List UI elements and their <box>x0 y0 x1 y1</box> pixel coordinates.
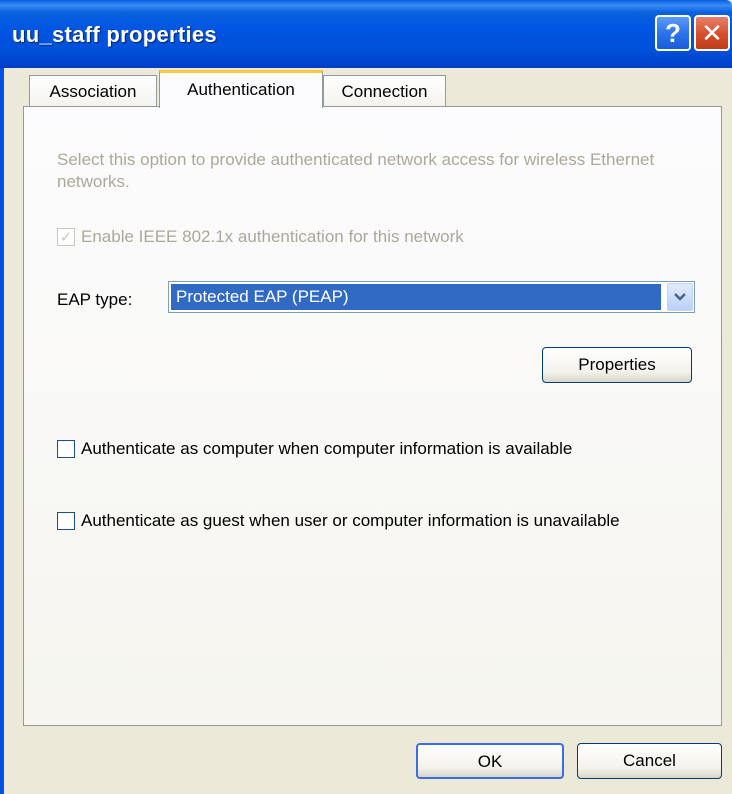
auth-guest-checkbox[interactable] <box>57 512 75 530</box>
window-border <box>0 68 4 794</box>
auth-computer-checkbox[interactable] <box>57 440 75 458</box>
tab-association[interactable]: Association <box>29 75 157 107</box>
properties-dialog: uu_staff properties ? ✕ Association Auth… <box>0 0 732 794</box>
help-button[interactable]: ? <box>655 15 691 51</box>
cancel-button[interactable]: Cancel <box>577 743 722 779</box>
window-title: uu_staff properties <box>12 22 217 47</box>
help-icon: ? <box>665 18 681 48</box>
auth-guest-option[interactable]: Authenticate as guest when user or compu… <box>57 510 677 532</box>
enable-8021x-label: Enable IEEE 802.1x authentication for th… <box>81 227 464 246</box>
close-icon: ✕ <box>701 18 723 48</box>
tab-connection-label: Connection <box>341 82 428 101</box>
properties-button[interactable]: Properties <box>542 347 692 383</box>
checkmark-icon: ✓ <box>59 228 73 246</box>
ok-button[interactable]: OK <box>416 743 564 779</box>
title-bar[interactable]: uu_staff properties ? ✕ <box>0 0 732 68</box>
auth-computer-label: Authenticate as computer when computer i… <box>81 439 573 458</box>
dropdown-arrow-button[interactable] <box>667 283 693 311</box>
enable-8021x-checkbox: ✓ <box>57 228 75 246</box>
auth-guest-label: Authenticate as guest when user or compu… <box>81 511 620 530</box>
close-button[interactable]: ✕ <box>694 15 730 51</box>
tab-authentication-label: Authentication <box>187 80 295 99</box>
eap-type-label: EAP type: <box>57 290 133 309</box>
enable-8021x-option: ✓ Enable IEEE 802.1x authentication for … <box>57 227 464 247</box>
authentication-panel: Select this option to provide authentica… <box>23 106 722 726</box>
auth-computer-option[interactable]: Authenticate as computer when computer i… <box>57 438 572 460</box>
chevron-down-icon <box>674 293 686 301</box>
eap-type-select[interactable]: Protected EAP (PEAP) <box>168 281 695 313</box>
tab-association-label: Association <box>49 82 137 101</box>
tab-authentication[interactable]: Authentication <box>159 70 323 108</box>
tab-connection[interactable]: Connection <box>323 75 446 107</box>
authentication-description: Select this option to provide authentica… <box>57 150 655 191</box>
eap-type-value: Protected EAP (PEAP) <box>171 284 661 310</box>
